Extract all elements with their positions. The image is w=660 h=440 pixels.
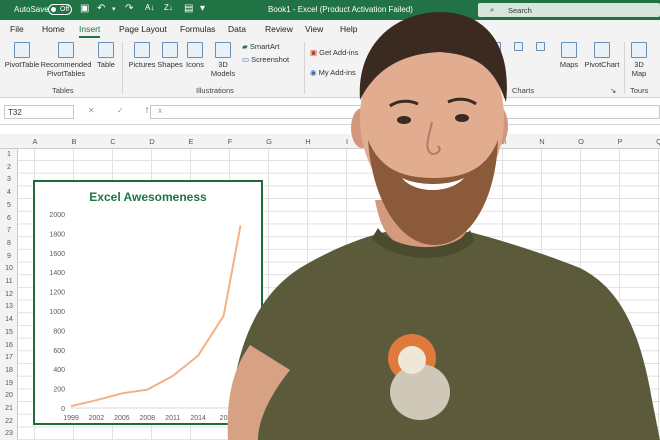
person-photo xyxy=(227,12,660,440)
excel-window: { "title_bar": { "autosave_label": "Auto… xyxy=(0,0,660,440)
